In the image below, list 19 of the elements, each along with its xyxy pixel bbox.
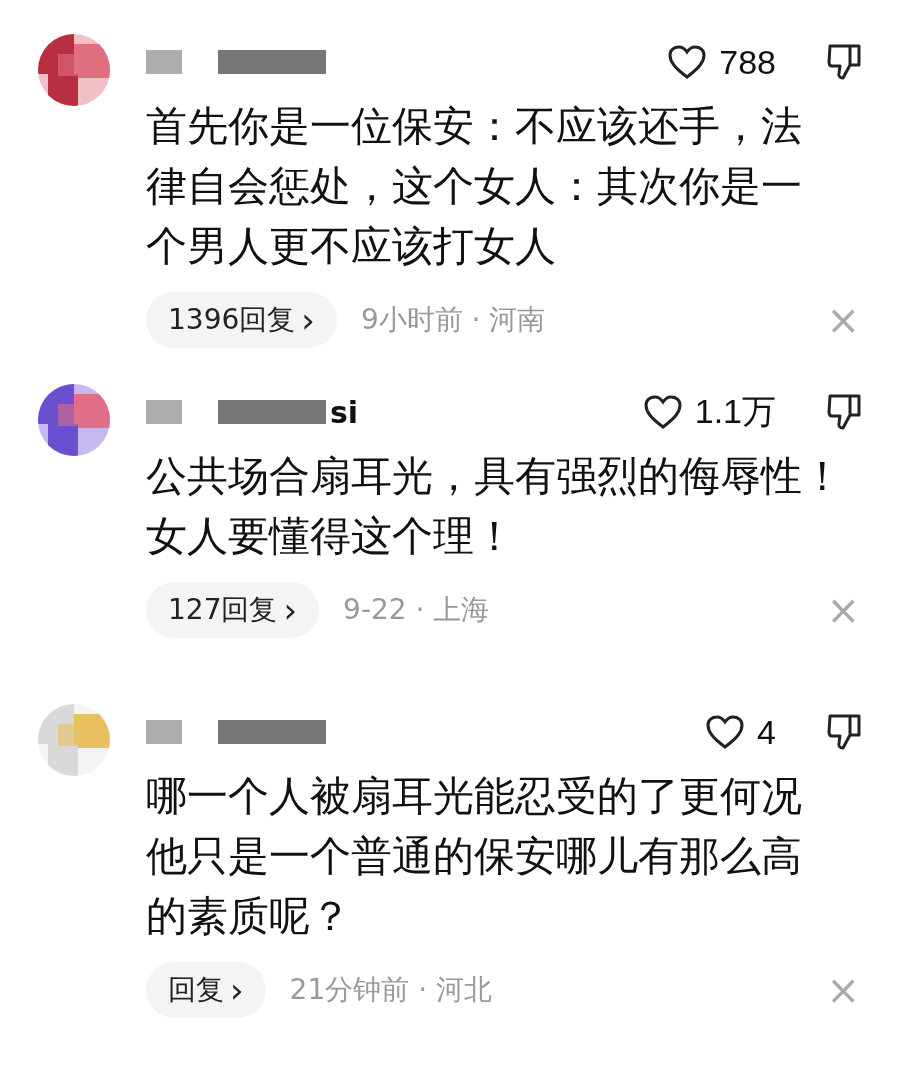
comment-text: 首先你是一位保安：不应该还手，法 律自会惩处，这个女人：其次你是一 个男人更不应该打女人 [146,101,803,272]
replies-button[interactable]: 127回复 › [146,582,320,638]
replies-button[interactable]: 1396回复 › [146,292,337,348]
thumbs-down-icon[interactable] [826,713,862,751]
comment-text: 公共场合扇耳光，具有强烈的侮辱性！ 女人要懂得这个理！ [146,451,844,562]
heart-icon[interactable] [667,44,708,80]
time-location: 9-22 · 上海 [343,592,491,628]
heart-icon[interactable] [642,394,683,430]
username: si [330,394,359,430]
like-count: 788 [719,42,776,82]
thumbs-down-icon[interactable] [826,393,862,431]
like-count: 1.1万 [694,391,776,432]
heart-icon[interactable] [705,714,746,750]
time-location: 21分钟前 · 河北 [289,972,493,1008]
time-location: 9小时前 · 河南 [360,302,547,338]
like-count: 4 [757,712,776,752]
comment-text: 哪一个人被扇耳光能忍受的了更何况 他只是一个普通的保安哪儿有那么高 的素质呢？ [146,771,803,942]
thumbs-down-icon[interactable] [826,43,862,81]
replies-button[interactable]: 回复 › [146,962,266,1018]
